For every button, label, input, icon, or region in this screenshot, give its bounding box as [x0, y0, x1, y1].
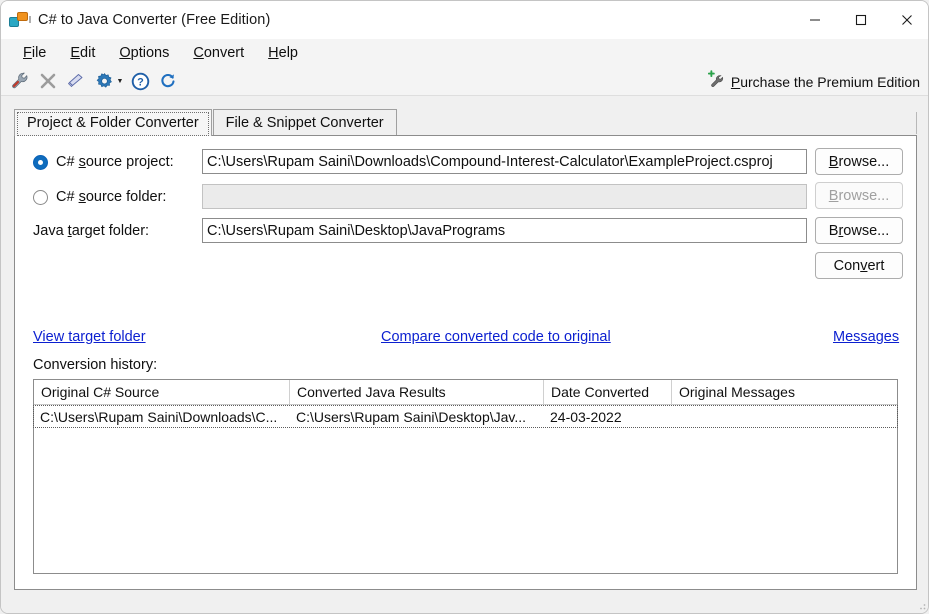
label-mnemonic: s	[78, 189, 86, 205]
menu-mnemonic: F	[23, 45, 32, 61]
window-title: C# to Java Converter (Free Edition)	[38, 11, 271, 28]
menu-item-file[interactable]: File	[11, 42, 58, 64]
messages-link[interactable]: Messages	[833, 329, 899, 345]
premium-rest: urchase the Premium Edition	[740, 73, 920, 90]
menu-mnemonic: C	[193, 45, 204, 61]
wrench-icon[interactable]	[7, 68, 33, 94]
button-label: rowse...	[838, 153, 890, 170]
column-header-date-converted[interactable]: Date Converted	[544, 380, 672, 404]
resize-grip-icon[interactable]	[915, 599, 927, 611]
table-row[interactable]: C:\Users\Rupam Saini\Downloads\C... C:\U…	[33, 405, 898, 428]
browse-source-project-button[interactable]: Browse...	[815, 148, 903, 175]
help-icon[interactable]: ?	[127, 68, 153, 94]
label-pre: C#	[56, 154, 79, 170]
title-bar: C# to Java Converter (Free Edition)	[1, 1, 928, 39]
menu-mnemonic: H	[268, 45, 279, 61]
conversion-history-grid[interactable]: Original C# Source Converted Java Result…	[33, 379, 898, 574]
button-label: owse...	[843, 222, 890, 239]
compare-converted-code-link[interactable]: Compare converted code to original	[381, 329, 611, 345]
tab-label: File & Snippet Converter	[225, 115, 384, 131]
button-mnemonic: v	[860, 257, 868, 274]
button-pre: Con	[833, 257, 861, 274]
menu-item-options[interactable]: Options	[107, 42, 181, 64]
button-label: rowse...	[838, 187, 890, 204]
target-folder-input[interactable]: C:\Users\Rupam Saini\Desktop\JavaProgram…	[202, 218, 807, 243]
convert-button[interactable]: Con v ert	[815, 252, 903, 279]
browse-source-folder-button[interactable]: Browse...	[815, 182, 903, 209]
cell-date-converted: 24-03-2022	[550, 408, 622, 425]
grid-header-row: Original C# Source Converted Java Result…	[34, 380, 897, 405]
cancel-icon[interactable]	[35, 68, 61, 94]
button-label: ert	[867, 257, 885, 274]
target-folder-label: Java target folder:	[33, 223, 149, 239]
minimize-icon	[810, 19, 820, 21]
minimize-button[interactable]	[792, 1, 838, 39]
menu-item-convert[interactable]: Convert	[181, 42, 256, 64]
label-post: arget folder:	[71, 223, 150, 239]
menu-label: ile	[31, 45, 47, 61]
radio-source-project[interactable]	[33, 154, 48, 170]
source-folder-input[interactable]	[202, 184, 807, 209]
tab-file-snippet-converter[interactable]: File & Snippet Converter	[212, 109, 397, 136]
gear-icon[interactable]	[91, 68, 117, 94]
tab-project-folder-converter[interactable]: Project & Folder Converter	[14, 109, 212, 136]
label-pre: C#	[56, 189, 79, 205]
source-project-input[interactable]: C:\Users\Rupam Saini\Downloads\Compound-…	[202, 149, 807, 174]
column-header-original-source[interactable]: Original C# Source	[34, 380, 290, 404]
menu-item-edit[interactable]: Edit	[58, 42, 107, 64]
source-project-row: C# source project:	[33, 149, 174, 175]
menu-label: onvert	[203, 45, 245, 61]
menu-bar: File Edit Options Convert Help	[1, 39, 928, 67]
maximize-button[interactable]	[838, 1, 884, 39]
maximize-icon	[855, 14, 867, 26]
purchase-premium-link[interactable]: Purchase the Premium Edition	[707, 67, 920, 96]
menu-label: ptions	[130, 45, 170, 61]
label-post: ource project:	[85, 154, 174, 170]
menu-label: elp	[278, 45, 298, 61]
app-window-icon	[9, 11, 31, 28]
button-mnemonic: B	[828, 153, 839, 170]
menu-label: dit	[80, 45, 96, 61]
button-mnemonic: B	[828, 187, 839, 204]
column-header-original-messages[interactable]: Original Messages	[672, 380, 897, 404]
svg-text:?: ?	[137, 76, 144, 88]
source-folder-label: C# source folder:	[56, 189, 166, 205]
window-controls	[792, 1, 928, 39]
purchase-premium-label: Purchase the Premium Edition	[731, 74, 920, 90]
tab-strip: Project & Folder Converter File & Snippe…	[14, 109, 917, 136]
cell-original-messages	[672, 406, 897, 427]
label-post: ource folder:	[85, 189, 167, 205]
label-pre: Java	[33, 223, 68, 239]
menu-mnemonic: O	[119, 45, 131, 61]
cell-converted-results: C:\Users\Rupam Saini\Desktop\Jav...	[296, 408, 527, 425]
radio-source-folder[interactable]	[33, 189, 48, 205]
conversion-history-label: Conversion history:	[33, 357, 158, 373]
source-folder-row: C# source folder:	[33, 184, 166, 210]
refresh-icon[interactable]	[155, 68, 181, 94]
tab-focus-outline	[17, 112, 209, 136]
source-project-label: C# source project:	[56, 154, 174, 170]
application-window: C# to Java Converter (Free Edition) File…	[0, 0, 929, 614]
column-header-converted-results[interactable]: Converted Java Results	[290, 380, 544, 404]
close-icon	[902, 15, 912, 25]
wrench-plus-icon	[707, 69, 726, 94]
menu-item-help[interactable]: Help	[256, 42, 310, 64]
eraser-icon[interactable]	[63, 68, 89, 94]
cell-original-source: C:\Users\Rupam Saini\Downloads\C...	[40, 408, 278, 425]
tab-strip-end-divider	[916, 111, 917, 134]
status-bar	[1, 591, 928, 613]
target-folder-row: Java target folder:	[33, 218, 149, 244]
button-pre: B	[828, 222, 839, 239]
menu-mnemonic: E	[70, 45, 81, 61]
toolbar: ▼ ? Purchase the Premium Edition	[1, 67, 928, 96]
browse-target-folder-button[interactable]: Br owse...	[815, 217, 903, 244]
close-button[interactable]	[884, 1, 928, 39]
label-mnemonic: s	[78, 154, 86, 170]
view-target-folder-link[interactable]: View target folder	[33, 329, 146, 345]
tab-panel-project-folder-converter: C# source project: C:\Users\Rupam Saini\…	[14, 135, 917, 590]
premium-mnemonic: P	[730, 73, 741, 90]
chevron-down-icon[interactable]: ▼	[115, 68, 125, 94]
